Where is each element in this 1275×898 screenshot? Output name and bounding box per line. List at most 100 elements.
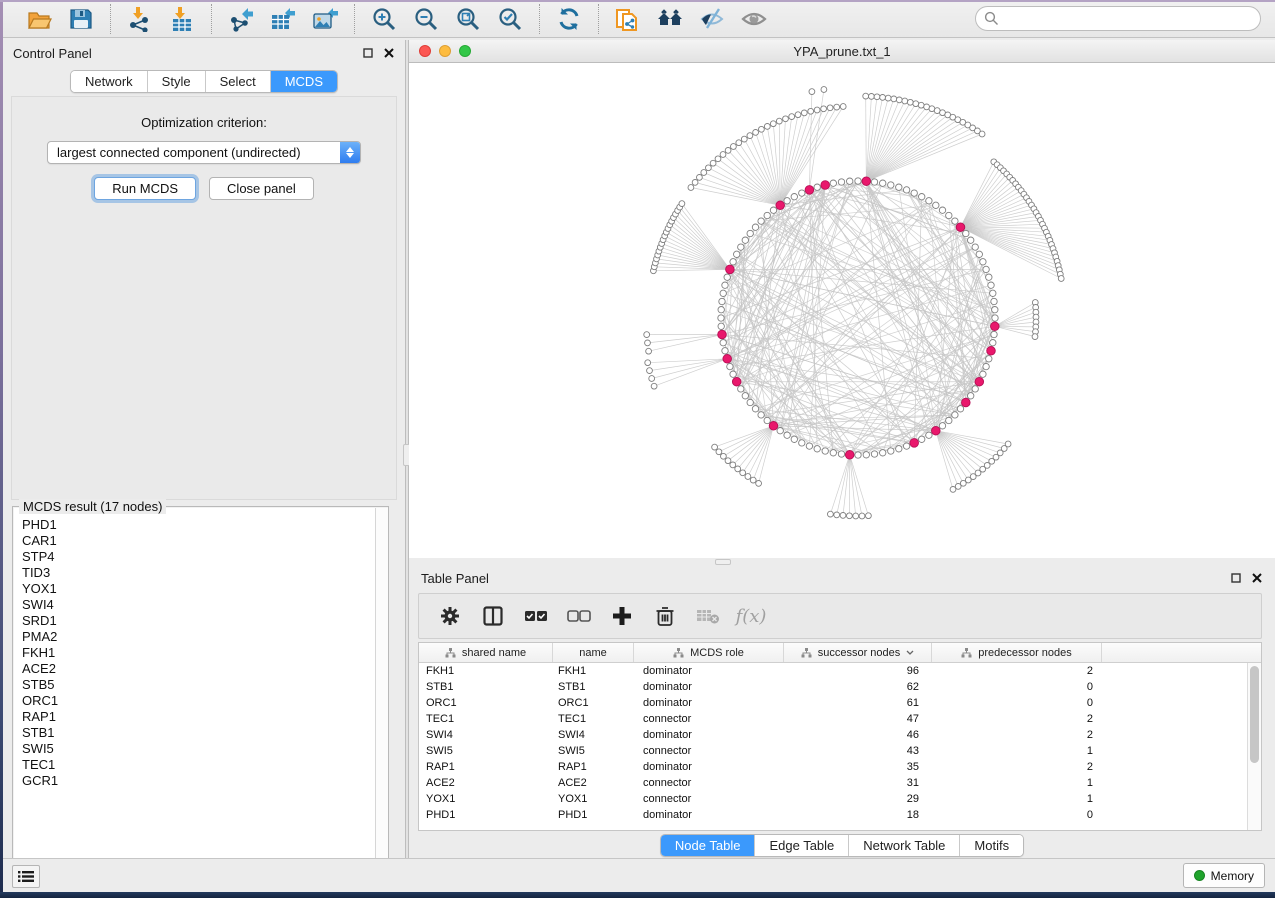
network-node[interactable] — [992, 315, 998, 321]
network-node[interactable] — [834, 104, 840, 110]
network-node[interactable] — [907, 99, 913, 105]
float-panel-button[interactable] — [362, 47, 374, 59]
network-node[interactable] — [840, 513, 846, 519]
network-node[interactable] — [896, 446, 902, 452]
network-node[interactable] — [738, 244, 744, 250]
close-window-button[interactable] — [419, 45, 431, 57]
network-node[interactable] — [725, 458, 731, 464]
network-node[interactable] — [980, 259, 986, 265]
network-node[interactable] — [715, 156, 721, 162]
network-node[interactable] — [730, 462, 736, 468]
network-node[interactable] — [764, 124, 770, 130]
network-node[interactable] — [828, 511, 834, 517]
network-node[interactable] — [759, 126, 765, 132]
network-node[interactable] — [838, 179, 844, 185]
first-neighbors-button[interactable] — [655, 4, 685, 34]
mcds-result-item[interactable]: TEC1 — [22, 757, 375, 773]
zoom-out-button[interactable] — [411, 4, 441, 34]
network-node[interactable] — [720, 152, 726, 158]
network-node[interactable] — [649, 376, 655, 382]
network-node[interactable] — [784, 432, 790, 438]
network-node[interactable] — [742, 393, 748, 399]
network-node[interactable] — [986, 274, 992, 280]
run-mcds-button[interactable]: Run MCDS — [94, 177, 196, 200]
network-node[interactable] — [720, 290, 726, 296]
network-node[interactable] — [869, 94, 875, 100]
network-node[interactable] — [814, 446, 820, 452]
network-node[interactable] — [911, 190, 917, 196]
float-panel-button[interactable] — [1230, 572, 1242, 584]
network-node[interactable] — [741, 136, 747, 142]
duplicate-network-button[interactable] — [613, 4, 643, 34]
network-node[interactable] — [764, 212, 770, 218]
deselect-all-button[interactable] — [566, 603, 592, 629]
network-node[interactable] — [957, 406, 963, 412]
tab-edge-table[interactable]: Edge Table — [754, 835, 848, 856]
network-node[interactable] — [706, 165, 712, 171]
mcds-result-item[interactable]: TID3 — [22, 565, 375, 581]
close-panel-action-button[interactable]: Close panel — [209, 177, 314, 200]
tab-mcds[interactable]: MCDS — [270, 71, 337, 92]
network-node[interactable] — [719, 298, 725, 304]
mcds-result-item[interactable]: FKH1 — [22, 645, 375, 661]
network-node[interactable] — [701, 170, 707, 176]
network-node[interactable] — [806, 443, 812, 449]
open-file-button[interactable] — [24, 4, 54, 34]
network-node[interactable] — [710, 160, 716, 166]
refresh-button[interactable] — [554, 4, 584, 34]
network-hub-node[interactable] — [805, 186, 814, 195]
network-node[interactable] — [712, 444, 718, 450]
network-node[interactable] — [783, 116, 789, 122]
close-panel-button[interactable] — [1251, 572, 1263, 584]
network-node[interactable] — [952, 412, 958, 418]
zoom-fit-button[interactable] — [453, 4, 483, 34]
task-history-button[interactable] — [12, 865, 40, 888]
table-scrollbar[interactable] — [1247, 663, 1261, 830]
network-node[interactable] — [738, 386, 744, 392]
network-node[interactable] — [747, 399, 753, 405]
network-node[interactable] — [952, 218, 958, 224]
tab-network-table[interactable]: Network Table — [848, 835, 959, 856]
network-node[interactable] — [814, 184, 820, 190]
search-input[interactable] — [975, 6, 1261, 31]
network-node[interactable] — [838, 451, 844, 457]
network-node[interactable] — [913, 101, 919, 107]
network-node[interactable] — [871, 179, 877, 185]
network-hub-node[interactable] — [769, 422, 778, 431]
network-node[interactable] — [991, 331, 997, 337]
network-node[interactable] — [830, 180, 836, 186]
network-node[interactable] — [692, 180, 698, 186]
mcds-result-item[interactable]: SWI4 — [22, 597, 375, 613]
network-node[interactable] — [919, 194, 925, 200]
column-header-mcds-role[interactable]: MCDS role — [634, 643, 784, 662]
network-node[interactable] — [933, 202, 939, 208]
table-row[interactable]: SWI4SWI4dominator462 — [419, 727, 1247, 743]
network-node[interactable] — [950, 487, 956, 493]
network-node[interactable] — [902, 98, 908, 104]
network-node[interactable] — [980, 371, 986, 377]
network-node[interactable] — [720, 340, 726, 346]
network-node[interactable] — [735, 466, 741, 472]
network-node[interactable] — [855, 452, 861, 458]
network-frame-titlebar[interactable]: YPA_prune.txt_1 — [409, 40, 1275, 63]
network-node[interactable] — [799, 190, 805, 196]
tab-style[interactable]: Style — [147, 71, 205, 92]
mcds-result-item[interactable]: STP4 — [22, 549, 375, 565]
column-header-successor-nodes[interactable]: successor nodes — [784, 643, 932, 662]
mcds-result-item[interactable]: YOX1 — [22, 581, 375, 597]
table-row[interactable]: STB1STB1dominator620 — [419, 679, 1247, 695]
network-node[interactable] — [801, 110, 807, 116]
network-node[interactable] — [855, 178, 861, 184]
network-node[interactable] — [896, 184, 902, 190]
network-node[interactable] — [646, 348, 652, 354]
tab-network[interactable]: Network — [71, 71, 147, 92]
table-row[interactable]: ORC1ORC1dominator610 — [419, 695, 1247, 711]
tab-node-table[interactable]: Node Table — [661, 835, 755, 856]
add-column-button[interactable] — [609, 603, 635, 629]
table-row[interactable]: TEC1TEC1connector472 — [419, 711, 1247, 727]
settings-gear-button[interactable] — [437, 603, 463, 629]
network-node[interactable] — [983, 363, 989, 369]
splitter-grip[interactable] — [715, 559, 731, 565]
network-node[interactable] — [903, 443, 909, 449]
mcds-result-item[interactable]: PHD1 — [22, 517, 375, 533]
